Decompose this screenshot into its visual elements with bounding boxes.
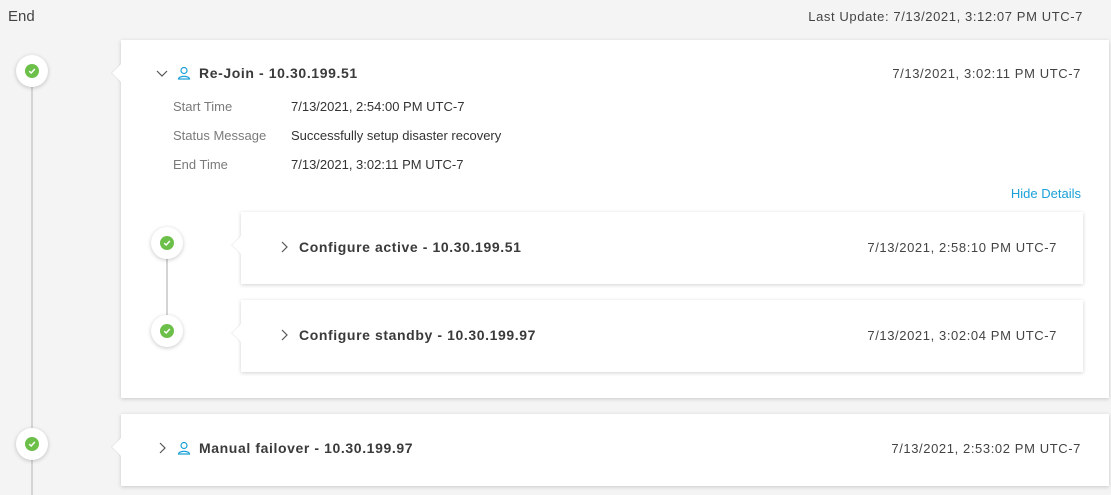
chevron-right-icon[interactable] (155, 441, 169, 455)
detail-label: Status Message (173, 128, 267, 143)
event-timestamp: 7/13/2021, 2:53:02 PM UTC-7 (891, 440, 1081, 456)
event-header[interactable]: Manual failover - 10.30.199.97 7/13/2021… (155, 440, 1081, 456)
user-icon (177, 66, 191, 80)
check-icon (160, 236, 174, 250)
substep-status-node (151, 315, 183, 347)
detail-row: End Time 7/13/2021, 3:02:11 PM UTC-7 (173, 157, 463, 172)
substep-timestamp: 7/13/2021, 2:58:10 PM UTC-7 (867, 239, 1057, 255)
substep-card: Configure standby - 10.30.199.97 7/13/20… (241, 300, 1083, 372)
status-node-success (16, 428, 48, 460)
substep-header[interactable]: Configure standby - 10.30.199.97 7/13/20… (277, 327, 1057, 343)
chevron-down-icon[interactable] (155, 66, 169, 80)
check-icon (25, 437, 39, 451)
substep-header[interactable]: Configure active - 10.30.199.51 7/13/202… (277, 239, 1057, 255)
check-icon (160, 324, 174, 338)
event-card: Manual failover - 10.30.199.97 7/13/2021… (121, 414, 1109, 486)
substep-title: Configure active - 10.30.199.51 (299, 239, 522, 255)
event-title: Re-Join - 10.30.199.51 (199, 65, 358, 81)
detail-row: Status Message Successfully setup disast… (173, 128, 501, 143)
detail-label: Start Time (173, 99, 233, 114)
chevron-right-icon[interactable] (277, 240, 291, 254)
status-node-success (16, 55, 48, 87)
substep-status-node (151, 227, 183, 259)
substep-card: Configure active - 10.30.199.51 7/13/202… (241, 212, 1083, 284)
event-card: Re-Join - 10.30.199.51 7/13/2021, 3:02:1… (121, 40, 1109, 398)
hide-details-link[interactable]: Hide Details (1011, 186, 1081, 201)
event-header[interactable]: Re-Join - 10.30.199.51 7/13/2021, 3:02:1… (155, 65, 1081, 81)
detail-value: 7/13/2021, 2:54:00 PM UTC-7 (291, 99, 465, 114)
event-timestamp: 7/13/2021, 3:02:11 PM UTC-7 (892, 65, 1081, 81)
detail-value: Successfully setup disaster recovery (291, 128, 502, 143)
check-icon (25, 64, 39, 78)
detail-value: 7/13/2021, 3:02:11 PM UTC-7 (291, 157, 464, 172)
timeline-view: End Last Update: 7/13/2021, 3:12:07 PM U… (0, 0, 1111, 495)
last-update-text: Last Update: 7/13/2021, 3:12:07 PM UTC-7 (808, 9, 1083, 24)
user-icon (177, 441, 191, 455)
end-label: End (8, 8, 35, 25)
chevron-right-icon[interactable] (277, 328, 291, 342)
substep-timestamp: 7/13/2021, 3:02:04 PM UTC-7 (867, 327, 1057, 343)
event-title: Manual failover - 10.30.199.97 (199, 440, 414, 456)
detail-label: End Time (173, 157, 228, 172)
detail-row: Start Time 7/13/2021, 2:54:00 PM UTC-7 (173, 99, 464, 114)
substep-title: Configure standby - 10.30.199.97 (299, 327, 537, 343)
